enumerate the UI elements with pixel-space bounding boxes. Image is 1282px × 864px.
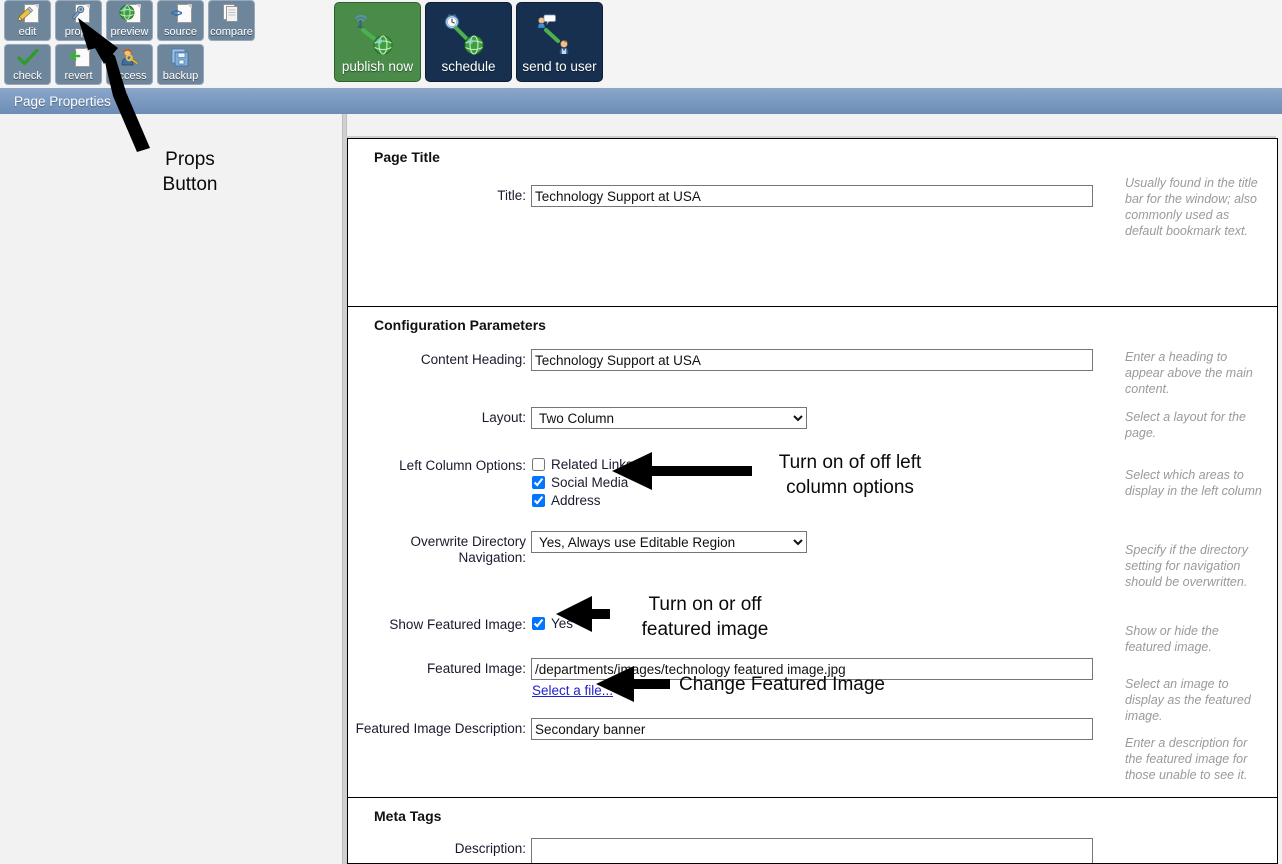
schedule-label: schedule <box>441 59 496 74</box>
globe-document-icon <box>119 3 141 25</box>
title-input[interactable] <box>531 185 1093 207</box>
content-heading-input[interactable] <box>531 349 1093 371</box>
section-title: Page Title <box>374 149 440 165</box>
page-properties-form-panel: Page Title Title: Usually found in the t… <box>347 138 1278 864</box>
section-page-title: Page Title Title: Usually found in the t… <box>348 139 1277 307</box>
source-button[interactable]: < > source <box>157 0 204 41</box>
send-to-user-label: send to user <box>522 59 597 74</box>
featured-image-description-help-text: Enter a description for the featured ima… <box>1125 736 1248 782</box>
featured-image-description-input[interactable] <box>531 718 1093 740</box>
left-column-options-label: Left Column Options: <box>399 458 526 473</box>
title-help-text: Usually found in the title bar for the w… <box>1125 176 1258 238</box>
field-meta-description-row: Description: <box>348 838 1277 863</box>
overwrite-directory-navigation-label: Overwrite Directory Navigation: <box>410 534 526 565</box>
preview-button-label: preview <box>110 26 149 38</box>
layout-help-text: Select a layout for the page. <box>1125 410 1246 440</box>
compare-button[interactable]: compare <box>208 0 255 41</box>
access-button-label: access <box>112 70 147 82</box>
address-label: Address <box>551 492 601 508</box>
svg-text:>: > <box>175 6 182 20</box>
schedule-button[interactable]: schedule <box>425 2 512 82</box>
section-configuration-parameters: Configuration Parameters Content Heading… <box>348 307 1277 798</box>
backup-button-label: backup <box>162 70 199 82</box>
clock-globe-icon <box>426 11 511 57</box>
tool-row-secondary: check revert access backup <box>4 44 255 85</box>
featured-image-toggle-annotation: Turn on or off featured image <box>641 594 769 640</box>
overwrite-directory-navigation-help-text: Specify if the directory setting for nav… <box>1125 543 1248 589</box>
overwrite-directory-navigation-select[interactable]: Yes, Always use Editable Region <box>531 531 807 553</box>
props-button-label: props <box>64 26 93 38</box>
show-featured-image-label: Show Featured Image: <box>389 617 526 632</box>
select-a-file-link[interactable]: Select a file... <box>532 683 613 698</box>
show-featured-image-checkbox[interactable] <box>532 616 545 630</box>
person-message-person-icon <box>517 11 602 57</box>
green-check-icon <box>16 47 39 69</box>
person-key-icon <box>119 47 141 69</box>
publish-now-label: publish now <box>341 59 414 74</box>
floppy-disks-icon <box>170 47 192 69</box>
page-properties-title: Page Properties <box>14 93 111 109</box>
access-button[interactable]: access <box>106 44 153 85</box>
code-document-icon: < > <box>170 3 192 25</box>
show-featured-image-help-text: Show or hide the featured image. <box>1125 624 1219 654</box>
featured-image-label: Featured Image: <box>426 661 526 676</box>
app-root: edit props preview < > source compare ch… <box>0 0 1282 864</box>
preview-button[interactable]: preview <box>106 0 153 41</box>
related-links-label: Related Links <box>551 456 633 472</box>
tool-row-primary: edit props preview < > source compare <box>4 0 255 41</box>
pencil-document-icon <box>17 3 39 25</box>
change-featured-image-annotation: Change Featured Image <box>679 674 885 695</box>
page-properties-bar: Page Properties <box>0 88 1282 114</box>
copy-documents-icon <box>221 3 243 25</box>
social-media-label: Social Media <box>551 474 629 490</box>
revert-button[interactable]: revert <box>55 44 102 85</box>
show-featured-image-option-label: Yes <box>551 615 574 631</box>
content-heading-help-text: Enter a heading to appear above the main… <box>1125 350 1253 396</box>
checkbox-show-featured-image[interactable]: Yes <box>531 614 1094 632</box>
meta-description-textarea[interactable] <box>531 838 1093 863</box>
related-links-checkbox[interactable] <box>532 457 545 471</box>
source-button-label: source <box>163 26 198 38</box>
green-arrow-document-icon <box>68 47 90 69</box>
compare-button-label: compare <box>210 26 253 38</box>
broadcast-globe-icon <box>335 11 420 57</box>
check-button-label: check <box>13 70 42 82</box>
check-button[interactable]: check <box>4 44 51 85</box>
publish-button-group: publish now schedule send to user <box>334 2 603 82</box>
edit-button[interactable]: edit <box>4 0 51 41</box>
props-button[interactable]: props <box>55 0 102 41</box>
send-to-user-button[interactable]: send to user <box>516 2 603 82</box>
social-media-checkbox[interactable] <box>532 475 545 489</box>
props-button-annotation: Props Button <box>162 149 218 195</box>
wrench-document-icon <box>68 3 90 25</box>
revert-button-label: revert <box>64 70 93 82</box>
featured-image-description-label: Featured Image Description: <box>355 721 526 736</box>
title-field-label: Title: <box>497 188 526 203</box>
tool-button-grid: edit props preview < > source compare ch… <box>4 0 255 88</box>
backup-button[interactable]: backup <box>157 44 204 85</box>
section-meta-tags: Meta Tags Description: <box>348 798 1277 863</box>
content-heading-label: Content Heading: <box>420 352 526 367</box>
publish-now-button[interactable]: publish now <box>334 2 421 82</box>
featured-image-help-text: Select an image to display as the featur… <box>1125 677 1251 723</box>
toolbar: edit props preview < > source compare ch… <box>0 0 1282 86</box>
layout-select[interactable]: Two Column <box>531 407 807 429</box>
address-checkbox[interactable] <box>532 493 545 507</box>
meta-description-label: Description: <box>454 841 526 856</box>
layout-label: Layout: <box>481 410 526 425</box>
left-pane <box>0 114 342 864</box>
left-column-options-annotation: Turn on of off left column options <box>778 452 922 498</box>
section-title: Configuration Parameters <box>374 317 546 333</box>
section-title: Meta Tags <box>374 808 442 824</box>
edit-button-label: edit <box>18 26 37 38</box>
left-column-options-help-text: Select which areas to display in the lef… <box>1125 468 1262 498</box>
